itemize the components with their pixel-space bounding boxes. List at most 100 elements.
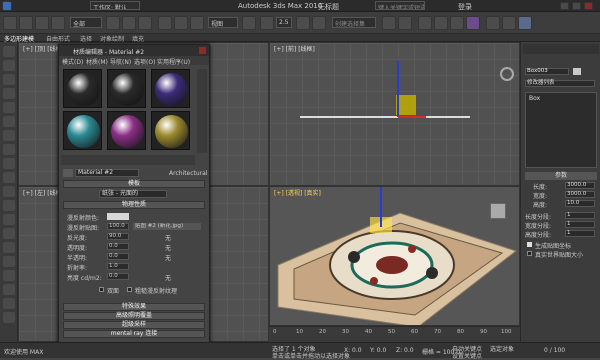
advanced-rollout[interactable]: 高级照明覆盖 — [63, 312, 205, 320]
real-world-checkbox[interactable] — [527, 251, 532, 256]
redo-icon[interactable] — [19, 16, 33, 30]
material-slot[interactable] — [63, 69, 102, 108]
reference-coord-dropdown[interactable]: 视图 — [208, 17, 238, 28]
modifier-stack[interactable]: Box — [525, 92, 597, 168]
transparency-field[interactable]: 0.0 — [107, 243, 129, 250]
angle-snap-icon[interactable] — [296, 16, 310, 30]
map-none-button[interactable]: 无 — [165, 273, 171, 282]
tool-icon[interactable] — [3, 298, 15, 309]
material-slot[interactable] — [151, 111, 190, 150]
tool-icon[interactable] — [3, 158, 15, 169]
tool-icon[interactable] — [3, 172, 15, 183]
login-link[interactable]: 登录 — [458, 2, 472, 12]
close-icon[interactable] — [199, 47, 206, 54]
material-slot[interactable] — [107, 69, 146, 108]
object-name-field[interactable]: Box003 — [525, 68, 569, 75]
timeline[interactable]: 0 10 20 30 40 50 60 70 80 90 100 — [269, 326, 520, 342]
scale-icon[interactable] — [190, 16, 204, 30]
material-type-button[interactable]: Architectural — [169, 170, 208, 177]
viewcube-icon[interactable] — [490, 203, 506, 219]
select-icon[interactable] — [106, 16, 120, 30]
render-frame-icon[interactable] — [502, 16, 516, 30]
pick-material-icon[interactable] — [63, 169, 73, 177]
viewport-label[interactable]: [+] [前] [线框] — [274, 44, 315, 53]
mirror-icon[interactable] — [382, 16, 396, 30]
menu-item[interactable]: 实用程序(U) — [157, 57, 190, 66]
tool-icon[interactable] — [3, 60, 15, 71]
tool-icon[interactable] — [3, 46, 15, 57]
tool-icon[interactable] — [3, 228, 15, 239]
link-icon[interactable] — [35, 16, 49, 30]
height-field[interactable]: 10.0 — [565, 200, 595, 207]
setkey-button[interactable]: 设置关键点 — [452, 351, 482, 360]
menu-item[interactable]: 模式(D) — [62, 57, 83, 66]
tool-icon[interactable] — [3, 186, 15, 197]
menu-item[interactable]: 导航(N) — [110, 57, 131, 66]
workspace-dropdown[interactable]: 工作区: 默认 — [90, 1, 140, 10]
ior-field[interactable]: 1.0 — [107, 263, 129, 270]
stack-item[interactable]: Box — [529, 95, 540, 102]
tool-icon[interactable] — [3, 102, 15, 113]
side-tools[interactable] — [197, 69, 207, 153]
named-selection-set[interactable]: 创建选择集 — [332, 17, 376, 28]
tool-icon[interactable] — [3, 144, 15, 155]
length-segs-field[interactable]: 1 — [565, 212, 595, 219]
tool-icon[interactable] — [3, 312, 15, 323]
object-color-swatch[interactable] — [573, 68, 581, 75]
snap-icon[interactable] — [260, 16, 274, 30]
close-button[interactable] — [584, 2, 593, 10]
pivot-icon[interactable] — [242, 16, 256, 30]
curve-editor-icon[interactable] — [434, 16, 448, 30]
align-icon[interactable] — [398, 16, 412, 30]
translucency-field[interactable]: 0.0 — [107, 253, 129, 260]
raw-diffuse-checkbox[interactable] — [127, 287, 132, 292]
tool-icon[interactable] — [3, 242, 15, 253]
undo-icon[interactable] — [3, 16, 17, 30]
mentalray-rollout[interactable]: mental ray 连接 — [63, 330, 205, 338]
material-editor-title[interactable]: 材质编辑器 - Material #2 — [59, 45, 209, 56]
tool-icon[interactable] — [3, 130, 15, 141]
panel-tabs[interactable] — [523, 44, 599, 54]
move-icon[interactable] — [158, 16, 172, 30]
tool-icon[interactable] — [3, 256, 15, 267]
rect-select-icon[interactable] — [138, 16, 152, 30]
menu-item[interactable]: 选项(O) — [134, 57, 155, 66]
tool-icon[interactable] — [3, 116, 15, 127]
selection-filter-dropdown[interactable]: 全部 — [70, 17, 102, 28]
physical-rollout[interactable]: 物理性质 — [63, 201, 205, 209]
special-rollout[interactable]: 特殊效果 — [63, 303, 205, 311]
material-slot[interactable] — [107, 111, 146, 150]
minimize-button[interactable] — [560, 2, 569, 10]
layer-icon[interactable] — [418, 16, 432, 30]
height-segs-field[interactable]: 1 — [565, 230, 595, 237]
map-none-button[interactable]: 无 — [165, 243, 171, 252]
templates-rollout[interactable]: 模板 — [63, 180, 205, 188]
viewport-top-right[interactable]: [+] [前] [线框] — [269, 42, 520, 186]
material-editor-icon[interactable] — [466, 16, 480, 30]
luminance-field[interactable]: 0.0 — [107, 273, 129, 280]
schematic-icon[interactable] — [450, 16, 464, 30]
width-segs-field[interactable]: 1 — [565, 221, 595, 228]
rotate-icon[interactable] — [174, 16, 188, 30]
viewport-perspective[interactable]: [+] [透视] [真实] — [269, 186, 520, 326]
percent-snap-icon[interactable] — [312, 16, 326, 30]
diffuse-map-amount[interactable]: 100.0 — [107, 223, 129, 230]
map-none-button[interactable]: 无 — [165, 233, 171, 242]
params-rollout[interactable]: 参数 — [525, 172, 597, 180]
tool-icon[interactable] — [3, 88, 15, 99]
snap-toggle[interactable]: 2.5 — [276, 17, 292, 28]
diffuse-map-button[interactable]: 贴图 #2 (新花.jpg) — [133, 223, 201, 230]
x-coord[interactable]: X: 0.0 — [344, 347, 362, 354]
menu-item[interactable]: 材质(M) — [86, 57, 108, 66]
tool-icon[interactable] — [3, 200, 15, 211]
viewcube-icon[interactable] — [500, 67, 514, 81]
maximize-button[interactable] — [572, 2, 581, 10]
modifier-list-dropdown[interactable]: 修改器列表 — [525, 80, 595, 87]
length-field[interactable]: 3000.0 — [565, 182, 595, 189]
material-editor-window[interactable]: 材质编辑器 - Material #2 模式(D) 材质(M) 导航(N) 选项… — [58, 44, 210, 346]
gen-uv-checkbox[interactable] — [527, 242, 532, 247]
app-logo-icon[interactable] — [2, 1, 12, 11]
unlink-icon[interactable] — [51, 16, 65, 30]
tool-icon[interactable] — [3, 74, 15, 85]
width-field[interactable]: 3000.0 — [565, 191, 595, 198]
